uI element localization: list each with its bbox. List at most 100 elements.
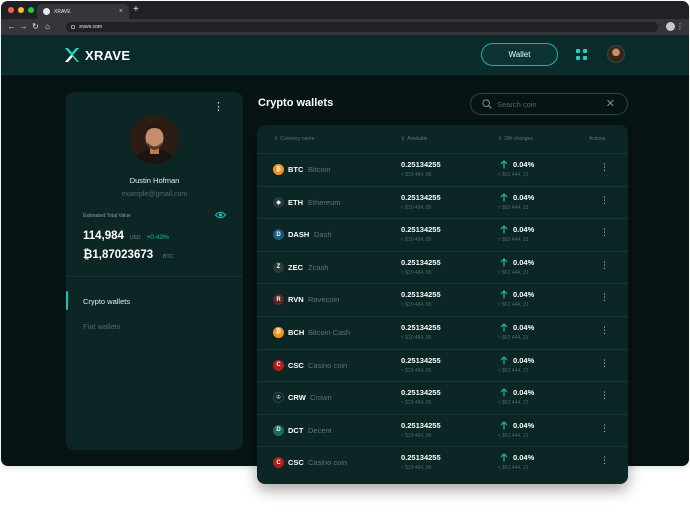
row-actions-icon[interactable]: ⋮ [600,260,609,270]
table-row[interactable]: D DASH Dash 0.25134255 ≈ $10 484, 85 0.04% ≈ $… [257,219,628,252]
available-usd: ≈ $10 484, 85 [401,465,432,472]
table-row[interactable]: ₿ BTC Bitcoin 0.25134255 ≈ $10 484, 85 0.04% ≈… [257,154,628,187]
available-usd: ≈ $10 484, 85 [401,302,432,309]
available-usd: ≈ $10 484, 85 [401,367,432,374]
row-actions-icon[interactable]: ⋮ [600,456,609,465]
available-usd: ≈ $10 484, 85 [401,400,432,407]
available-amount: 0.25134255 [401,257,441,267]
change-percent: 0.04% [513,160,535,169]
back-icon[interactable]: ← [6,19,17,35]
change-usd: ≈ $62 444, 21 [498,465,529,472]
browser-tab[interactable]: XRAVE × [37,4,129,19]
col-actions-label: Actions [589,136,606,142]
row-actions-icon[interactable]: ⋮ [600,195,609,205]
new-tab-button[interactable]: + [133,4,139,16]
coin-icon: ♔ [273,392,284,404]
available-amount: 0.25134255 [401,453,441,463]
table-row[interactable]: C CSC Casino coin 0.25134255 ≈ $10 484, 85 0.… [257,350,628,383]
extension-icon[interactable] [666,22,675,31]
available-usd: ≈ $10 484, 85 [401,204,432,211]
row-actions-icon[interactable]: ⋮ [600,163,609,172]
arrow-up-icon [500,323,508,332]
table-row[interactable]: ₿ BCH Bitcoin Cash 0.25134255 ≈ $10 484, 85 0… [257,317,628,350]
available-usd: ≈ $10 484, 85 [401,334,432,341]
browser-tabbar: XRAVE × + [1,1,689,19]
col-available-label: Available [407,136,428,142]
row-actions-icon[interactable]: ⋮ [600,228,609,237]
close-icon[interactable]: ✕ [606,99,615,110]
col-changes[interactable]: ⇕ 24h changes [498,136,533,142]
coin-name: Bitcoin Cash [308,327,351,337]
row-actions-icon[interactable]: ⋮ [600,325,609,335]
estimated-value-label: Estimated Total Value [83,213,131,219]
browser-menu-icon[interactable]: ⋮ [676,21,684,33]
table-row[interactable]: R RVN Ravecoin 0.25134255 ≈ $10 484, 85 0.04%… [257,284,628,317]
row-actions-icon[interactable]: ⋮ [600,358,609,368]
available-usd: ≈ $10 484, 85 [401,432,432,439]
coin-icon: Z [273,261,284,273]
minimize-window-button[interactable] [18,7,24,13]
col-available[interactable]: ⇕ Available [401,136,427,142]
app-header: XRAVE Wallet [1,35,689,75]
arrow-up-icon [500,257,508,267]
arrow-up-icon [500,453,508,462]
close-window-button[interactable] [8,7,14,13]
header-avatar[interactable] [607,45,625,63]
nav-crypto-wallets[interactable]: Crypto wallets [83,297,130,306]
row-actions-icon[interactable]: ⋮ [600,391,609,400]
active-nav-indicator [66,291,68,310]
maximize-window-button[interactable] [28,7,34,13]
coin-icon: ₿ [273,164,284,175]
coin-icon: C [273,359,284,371]
browser-address-bar: ← → ↻ ⌂ xrave.com ⋮ [1,19,689,35]
logo-mark-icon [65,48,79,62]
table-row[interactable]: ◆ ETH Ethereum 0.25134255 ≈ $10 484, 85 0.04%… [257,187,628,220]
reload-icon[interactable]: ↻ [30,19,41,35]
available-usd: ≈ $10 484, 85 [401,172,432,178]
nav-fiat-wallets[interactable]: Fiat wallets [83,322,121,331]
row-actions-icon[interactable]: ⋮ [600,293,609,302]
available-usd: ≈ $10 484, 85 [401,237,432,244]
url-text: xrave.com [79,24,103,30]
apps-grid-icon[interactable] [576,49,587,60]
coin-symbol: BCH [288,327,305,337]
tab-close-icon[interactable]: × [119,8,123,15]
search-input[interactable] [497,99,597,109]
logo[interactable]: XRAVE [64,47,130,63]
change-usd: ≈ $62 444, 21 [498,204,529,211]
table-body: ₿ BTC Bitcoin 0.25134255 ≈ $10 484, 85 0.04% ≈… [257,154,628,480]
available-amount: 0.25134255 [401,160,441,169]
tab-title: XRAVE [54,8,71,15]
search-box: ✕ [470,93,628,115]
table-row[interactable]: D DCT Decent 0.25134255 ≈ $10 484, 85 0.04% ≈ … [257,415,628,448]
arrow-up-icon [500,192,508,202]
change-percent: 0.04% [513,290,535,300]
change-usd: ≈ $62 444, 21 [498,172,529,178]
table-row[interactable]: ♔ CRW Crown 0.25134255 ≈ $10 484, 85 0.04% ≈ $… [257,382,628,415]
coin-symbol: ZEC [288,262,303,272]
coin-name: Casino coin [308,360,348,370]
wallets-table: ⇕ Currency name ⇕ Available ⇕ 24h changes A… [257,125,628,484]
col-currency[interactable]: ⇕ Currency name [274,136,314,142]
eye-icon[interactable] [215,211,226,219]
change-percent: 0.04% [513,257,535,267]
table-row[interactable]: C CSC Casino coin 0.25134255 ≈ $10 484, 85 0.… [257,447,628,480]
available-amount: 0.25134255 [401,192,441,202]
forward-icon[interactable]: → [18,19,29,35]
row-actions-icon[interactable]: ⋮ [600,423,609,433]
url-input[interactable]: xrave.com [66,22,658,32]
coin-name: Bitcoin [308,165,331,174]
coin-name: Casino coin [308,458,348,468]
change-percent: 0.04% [513,225,535,235]
table-row[interactable]: Z ZEC Zcash 0.25134255 ≈ $10 484, 85 0.04% ≈ $… [257,252,628,285]
coin-icon: C [273,457,284,469]
coin-symbol: CRW [288,393,306,403]
user-name: Dustin Hofman [129,176,180,185]
lock-icon [71,25,75,29]
btc-balance-unit: BTC [163,254,174,260]
change-usd: ≈ $62 444, 21 [498,334,529,341]
home-icon[interactable]: ⌂ [42,19,53,35]
profile-card: ⋮ Dustin Hofman example@gmail.com Estima… [66,92,243,450]
more-options-icon[interactable]: ⋮ [213,102,224,113]
wallet-button[interactable]: Wallet [481,43,558,66]
